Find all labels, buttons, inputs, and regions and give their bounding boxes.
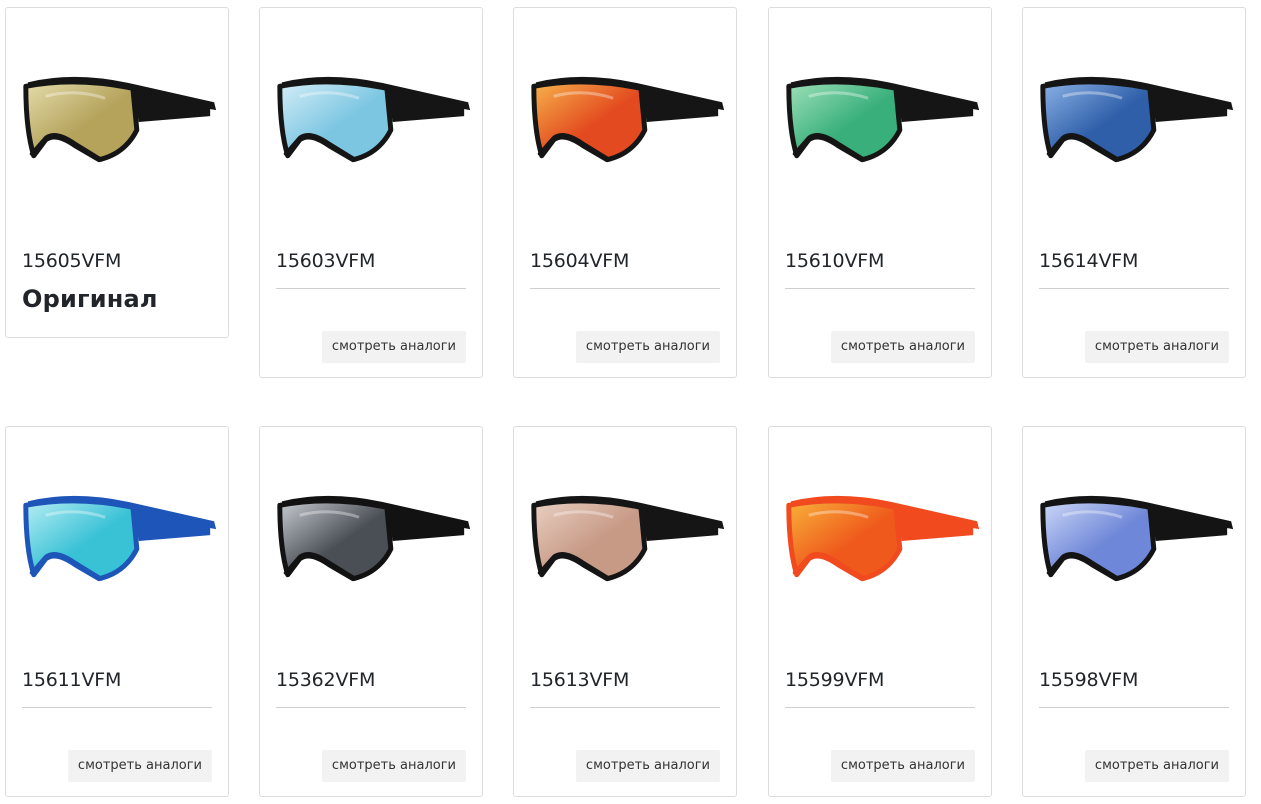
divider xyxy=(276,288,466,289)
divider xyxy=(276,707,466,708)
product-image[interactable] xyxy=(769,26,991,226)
view-analogs-button[interactable]: смотреть аналоги xyxy=(830,750,975,782)
product-image[interactable] xyxy=(260,26,482,226)
product-code: 15605VFM xyxy=(22,250,122,272)
divider xyxy=(530,288,720,289)
view-analogs-button[interactable]: смотреть аналоги xyxy=(1084,331,1229,363)
product-code: 15362VFM xyxy=(276,669,376,691)
divider xyxy=(1039,288,1229,289)
divider xyxy=(530,707,720,708)
divider xyxy=(785,707,975,708)
product-image[interactable] xyxy=(6,26,228,226)
divider xyxy=(785,288,975,289)
divider xyxy=(1039,707,1229,708)
product-card[interactable]: 15605VFM Оригинал xyxy=(5,7,229,338)
product-card[interactable]: 15610VFM смотреть аналоги xyxy=(768,7,992,378)
product-code: 15598VFM xyxy=(1039,669,1139,691)
product-card[interactable]: 15611VFM смотреть аналоги xyxy=(5,426,229,797)
view-analogs-button[interactable]: смотреть аналоги xyxy=(67,750,212,782)
view-analogs-button[interactable]: смотреть аналоги xyxy=(1084,750,1229,782)
product-image[interactable] xyxy=(514,445,736,645)
product-code: 15613VFM xyxy=(530,669,630,691)
product-code: 15604VFM xyxy=(530,250,630,272)
view-analogs-button[interactable]: смотреть аналоги xyxy=(575,750,720,782)
original-badge: Оригинал xyxy=(22,285,158,313)
product-card[interactable]: 15603VFM смотреть аналоги xyxy=(259,7,483,378)
product-code: 15611VFM xyxy=(22,669,122,691)
product-code: 15614VFM xyxy=(1039,250,1139,272)
product-card[interactable]: 15614VFM смотреть аналоги xyxy=(1022,7,1246,378)
product-image[interactable] xyxy=(514,26,736,226)
product-card[interactable]: 15613VFM смотреть аналоги xyxy=(513,426,737,797)
product-image[interactable] xyxy=(769,445,991,645)
product-card[interactable]: 15362VFM смотреть аналоги xyxy=(259,426,483,797)
product-card[interactable]: 15598VFM смотреть аналоги xyxy=(1022,426,1246,797)
product-image[interactable] xyxy=(1023,445,1245,645)
divider xyxy=(22,707,212,708)
product-card[interactable]: 15604VFM смотреть аналоги xyxy=(513,7,737,378)
view-analogs-button[interactable]: смотреть аналоги xyxy=(321,331,466,363)
product-image[interactable] xyxy=(260,445,482,645)
product-code: 15599VFM xyxy=(785,669,885,691)
product-image[interactable] xyxy=(6,445,228,645)
view-analogs-button[interactable]: смотреть аналоги xyxy=(830,331,975,363)
view-analogs-button[interactable]: смотреть аналоги xyxy=(575,331,720,363)
product-code: 15603VFM xyxy=(276,250,376,272)
product-image[interactable] xyxy=(1023,26,1245,226)
product-card[interactable]: 15599VFM смотреть аналоги xyxy=(768,426,992,797)
view-analogs-button[interactable]: смотреть аналоги xyxy=(321,750,466,782)
product-code: 15610VFM xyxy=(785,250,885,272)
